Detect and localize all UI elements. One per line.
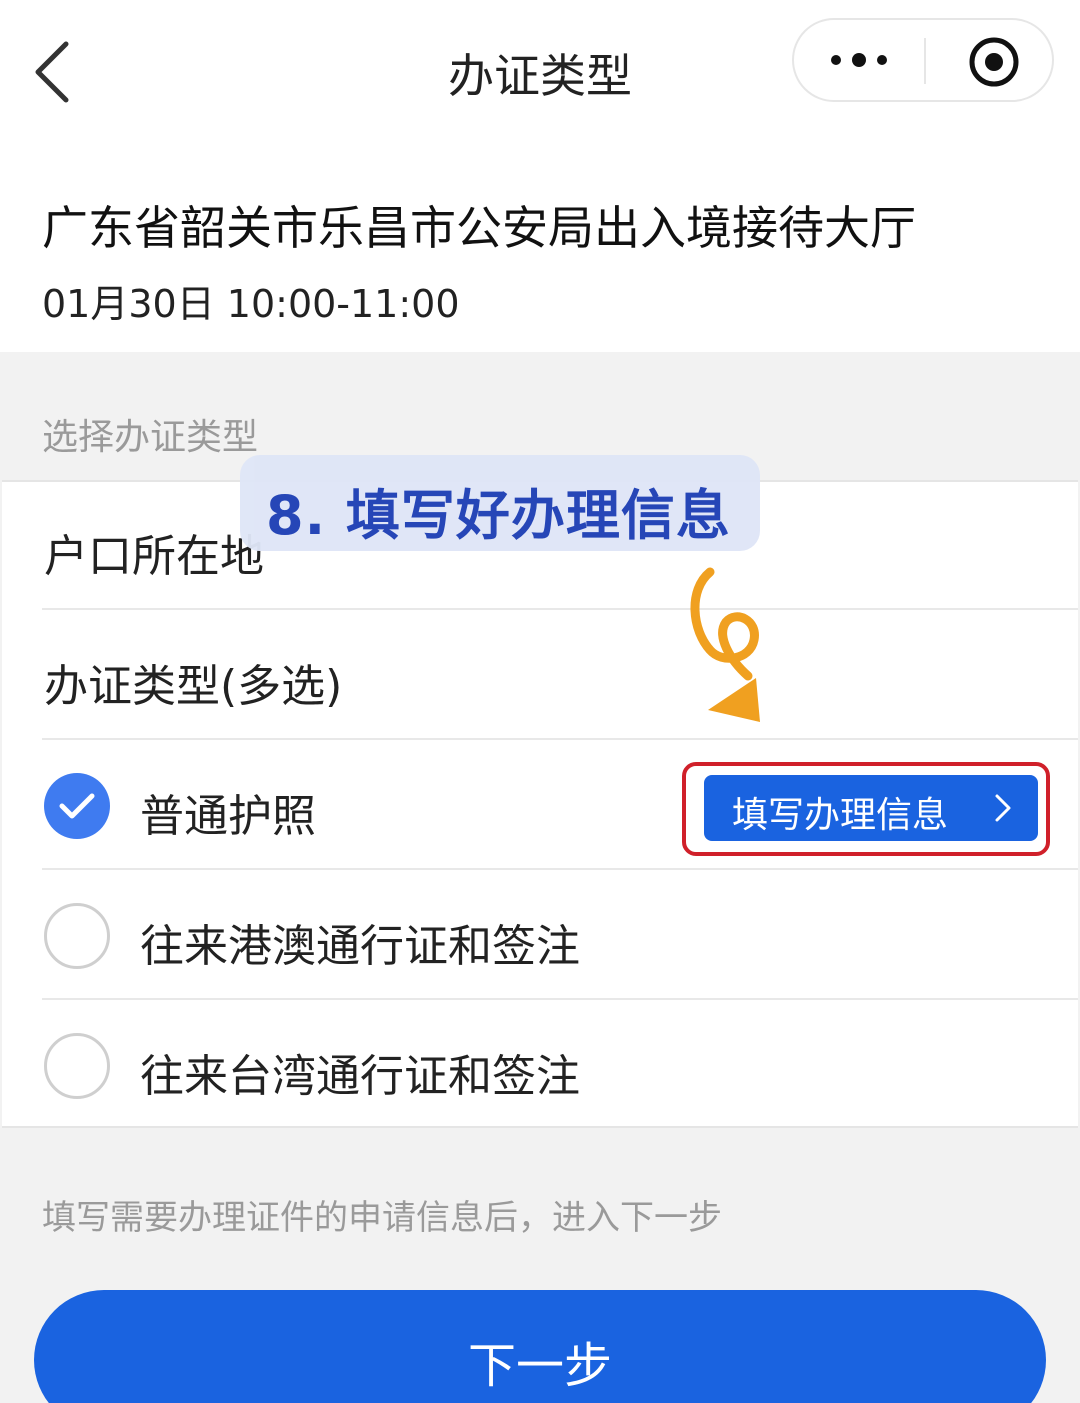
step-annotation-text: 8. 填写好办理信息 <box>266 484 731 547</box>
option-row-passport[interactable]: 普通护照 填写办理信息 <box>42 742 1078 870</box>
section-title: 选择办证类型 <box>42 417 259 458</box>
hall-name: 广东省韶关市乐昌市公安局出入境接待大厅 <box>42 201 916 255</box>
mini-program-capsule <box>792 18 1054 102</box>
type-label: 办证类型(多选) <box>44 661 343 712</box>
option-label: 往来港澳通行证和签注 <box>140 921 580 972</box>
option-label: 往来台湾通行证和签注 <box>140 1051 580 1102</box>
checkbox-taiwan[interactable] <box>44 1033 110 1099</box>
hall-info: 广东省韶关市乐昌市公安局出入境接待大厅 01月30日 10:00-11:00 <box>0 140 1080 352</box>
type-header-row: 办证类型(多选) <box>42 612 1078 740</box>
option-row-taiwan[interactable]: 往来台湾通行证和签注 <box>42 1002 1078 1130</box>
checkmark-icon <box>59 793 95 819</box>
hint-text: 填写需要办理证件的申请信息后，进入下一步 <box>42 1198 722 1238</box>
curly-arrow-icon <box>690 567 760 722</box>
hukou-label: 户口所在地 <box>44 531 264 582</box>
checkbox-passport[interactable] <box>44 773 110 839</box>
capsule-divider <box>924 38 926 84</box>
checkbox-hk-macao[interactable] <box>44 903 110 969</box>
next-step-button[interactable]: 下一步 <box>34 1290 1046 1403</box>
chevron-right-icon <box>995 794 1011 822</box>
more-button[interactable] <box>824 40 894 80</box>
step-annotation: 8. 填写好办理信息 <box>240 455 760 551</box>
option-row-hk-macao[interactable]: 往来港澳通行证和签注 <box>42 872 1078 1000</box>
highlight-box: 填写办理信息 <box>682 762 1050 856</box>
close-mini-program-button[interactable] <box>966 34 1022 90</box>
fill-info-label: 填写办理信息 <box>732 795 949 836</box>
fill-info-button[interactable]: 填写办理信息 <box>704 775 1038 841</box>
type-form-card: 户口所在地 办证类型(多选) 普通护照 填写办理信息 往来港澳通行证和签注 往来… <box>2 480 1078 1128</box>
more-dots-icon <box>831 53 887 67</box>
next-step-label: 下一步 <box>467 1338 612 1394</box>
appointment-time: 01月30日 10:00-11:00 <box>42 282 460 326</box>
option-label: 普通护照 <box>140 791 316 842</box>
nav-bar: 办证类型 <box>0 0 1080 140</box>
target-circle-icon <box>969 37 1019 87</box>
page: 办证类型 广东省韶关市乐昌市公安局出入境接待大厅 01月30日 10:00-11… <box>0 0 1080 1403</box>
